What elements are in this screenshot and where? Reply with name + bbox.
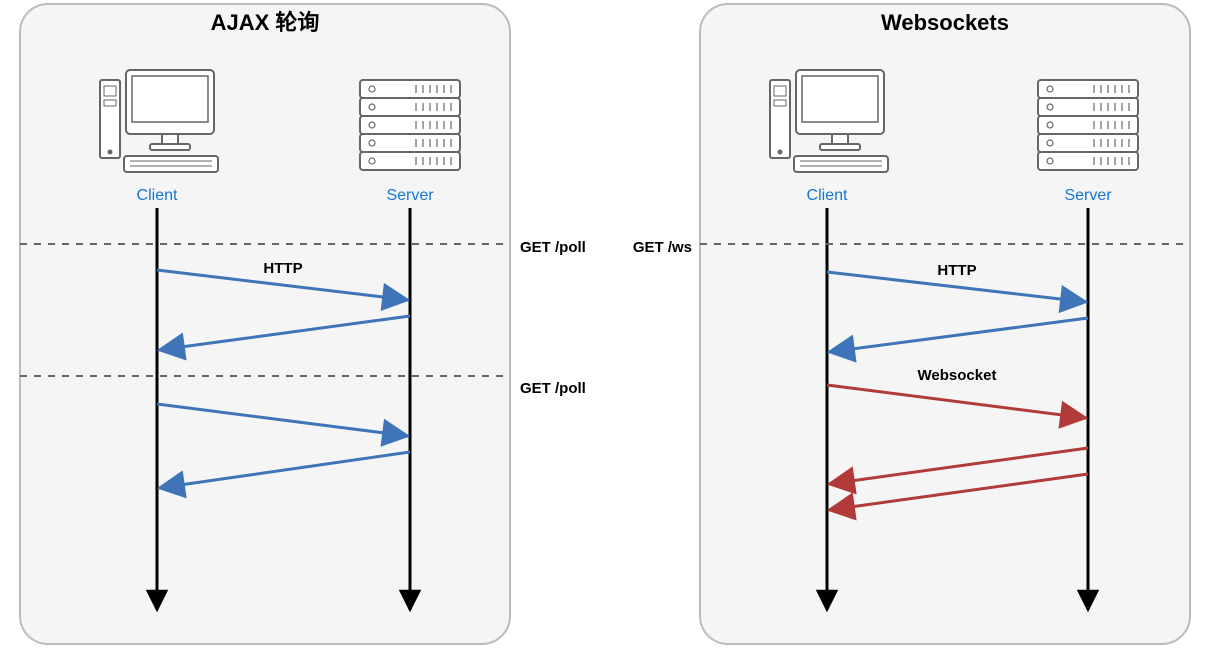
http-label-right: HTTP xyxy=(937,262,976,279)
computer-icon xyxy=(770,70,888,172)
server-rack-icon xyxy=(1038,80,1138,170)
http-label-left: HTTP xyxy=(263,260,302,277)
server-rack-icon xyxy=(360,80,460,170)
panel-ajax: AJAX 轮询 Client xyxy=(20,4,510,644)
diagram-svg: AJAX 轮询 Client xyxy=(0,0,1219,654)
server-label-left: Server xyxy=(386,187,434,204)
panel-ajax-title: AJAX 轮询 xyxy=(211,10,320,35)
websocket-label: Websocket xyxy=(918,367,997,384)
panel-websockets: Websockets Client xyxy=(700,4,1190,644)
panel-ws-title: Websockets xyxy=(881,10,1009,35)
server-label-right: Server xyxy=(1064,187,1112,204)
computer-icon xyxy=(100,70,218,172)
label-get-poll-1: GET /poll xyxy=(520,239,586,256)
label-get-ws: GET /ws xyxy=(633,239,692,256)
diagram-stage: AJAX 轮询 Client xyxy=(0,0,1219,654)
client-label-left: Client xyxy=(137,187,178,204)
label-get-poll-2: GET /poll xyxy=(520,380,586,397)
client-label-right: Client xyxy=(807,187,848,204)
